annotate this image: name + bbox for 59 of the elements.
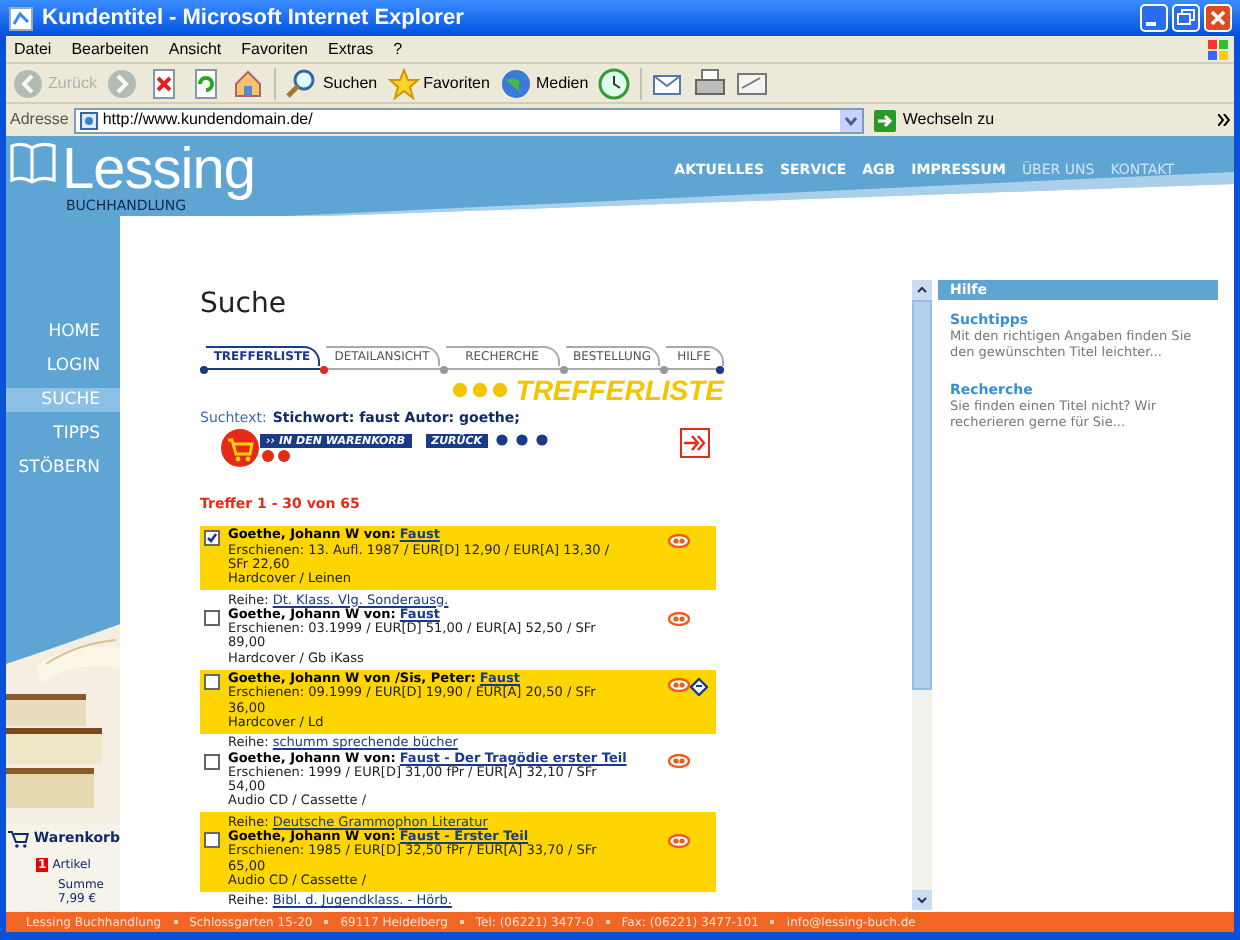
refresh-button[interactable] bbox=[190, 67, 223, 99]
clock-icon bbox=[598, 67, 631, 99]
home-button[interactable] bbox=[232, 67, 265, 99]
checkbox[interactable] bbox=[204, 610, 220, 627]
history-button[interactable] bbox=[598, 67, 631, 99]
media-button[interactable]: Medien bbox=[499, 67, 589, 99]
address-label: Adresse bbox=[10, 108, 69, 132]
print-button[interactable] bbox=[694, 67, 727, 99]
home-icon bbox=[232, 67, 265, 99]
edit-button[interactable] bbox=[736, 67, 769, 99]
menu-item[interactable]: Datei bbox=[14, 37, 52, 61]
book-logo-icon bbox=[8, 142, 58, 186]
scroll-down-icon[interactable] bbox=[912, 890, 932, 910]
windows-logo-icon bbox=[1206, 37, 1230, 61]
next-page-button[interactable] bbox=[680, 428, 710, 458]
checkbox[interactable] bbox=[204, 530, 220, 547]
dots-icon bbox=[451, 382, 512, 398]
glasses-icon[interactable] bbox=[668, 534, 690, 549]
globe-icon bbox=[499, 67, 532, 99]
document-icon bbox=[736, 67, 769, 99]
favorites-button[interactable]: Favoriten bbox=[387, 67, 490, 99]
menu-item[interactable]: Favoriten bbox=[241, 37, 308, 61]
page-icon bbox=[80, 111, 99, 129]
search-icon bbox=[286, 67, 319, 99]
scrollbar[interactable] bbox=[912, 280, 932, 910]
diamond-icon[interactable] bbox=[690, 678, 708, 697]
checkbox[interactable] bbox=[204, 753, 220, 770]
refresh-icon bbox=[190, 67, 223, 99]
scroll-thumb[interactable] bbox=[912, 300, 932, 690]
star-icon bbox=[387, 67, 420, 99]
maximize-button[interactable] bbox=[1172, 4, 1200, 32]
menu-item[interactable]: ? bbox=[393, 37, 403, 61]
stop-icon bbox=[148, 67, 181, 99]
page-heading: Suche bbox=[200, 288, 288, 320]
search-button[interactable]: Suchen bbox=[286, 67, 378, 99]
scroll-up-icon[interactable] bbox=[912, 280, 932, 300]
checkbox[interactable] bbox=[204, 674, 220, 691]
cart-icon bbox=[8, 829, 30, 848]
stop-button[interactable] bbox=[148, 67, 181, 99]
dots-icon bbox=[496, 434, 549, 446]
checkbox[interactable] bbox=[204, 832, 220, 849]
menu-item[interactable]: Ansicht bbox=[168, 37, 222, 61]
chevron-icon[interactable] bbox=[1218, 114, 1230, 126]
menu-item[interactable]: Extras bbox=[327, 37, 374, 61]
go-button[interactable]: Wechseln zu bbox=[874, 108, 995, 132]
menu-item[interactable]: Bearbeiten bbox=[71, 37, 149, 61]
glasses-icon[interactable] bbox=[668, 833, 690, 848]
address-field[interactable]: http://www.kundendomain.de/ bbox=[74, 107, 865, 133]
window-title: Kundentitel - Microsoft Internet Explorer bbox=[42, 3, 464, 34]
app-icon bbox=[8, 5, 34, 31]
dropdown-button[interactable] bbox=[840, 109, 863, 131]
minimize-button[interactable] bbox=[1140, 4, 1168, 32]
glasses-icon[interactable] bbox=[668, 611, 690, 626]
step-title: TREFFERLISTE bbox=[515, 376, 724, 404]
glasses-icon[interactable] bbox=[668, 754, 690, 769]
close-button[interactable] bbox=[1204, 4, 1232, 32]
logo-text: Lessing bbox=[62, 142, 255, 198]
go-arrow-icon bbox=[874, 109, 897, 131]
printer-icon bbox=[694, 67, 727, 99]
